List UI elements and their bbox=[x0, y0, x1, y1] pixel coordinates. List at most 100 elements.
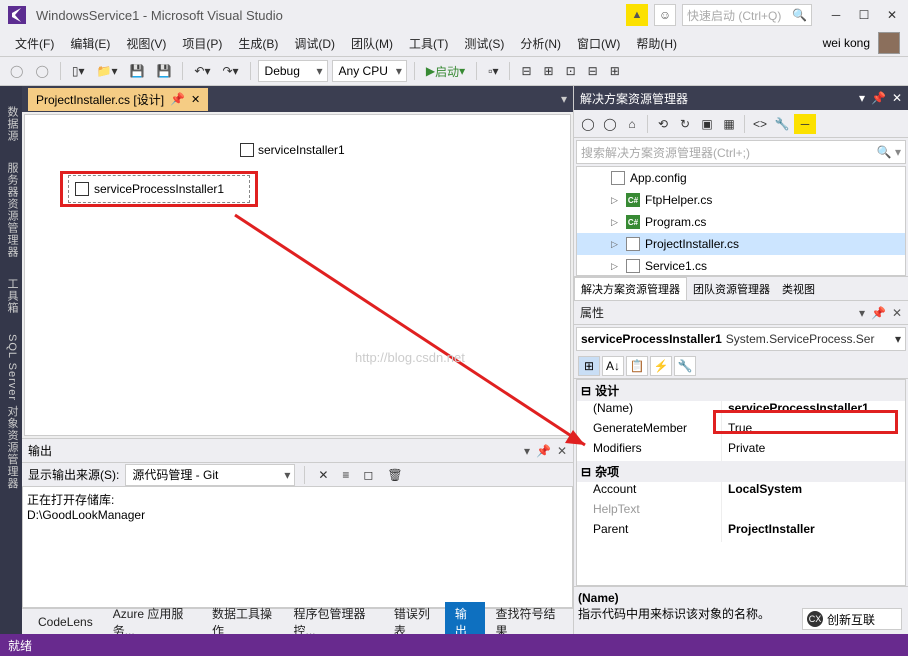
properties-toolbar: ⊞ A↓ 📋 ⚡ 🔧 bbox=[574, 353, 908, 379]
menu-project[interactable]: 项目(P) bbox=[175, 33, 229, 54]
maximize-icon[interactable]: ☐ bbox=[856, 7, 872, 23]
designer-tab-active[interactable]: ProjectInstaller.cs [设计] 📌 ✕ bbox=[28, 88, 208, 111]
dropdown-icon[interactable]: ▾ bbox=[859, 306, 865, 320]
close-icon[interactable]: ✕ bbox=[892, 306, 902, 320]
menubar: 文件(F) 编辑(E) 视图(V) 项目(P) 生成(B) 调试(D) 团队(M… bbox=[0, 30, 908, 56]
alphabetical-icon[interactable]: A↓ bbox=[602, 356, 624, 376]
prop-row-account[interactable]: AccountLocalSystem bbox=[577, 482, 905, 502]
output-body[interactable]: 正在打开存储库: D:\GoodLookManager bbox=[22, 486, 573, 608]
forward-icon[interactable]: ◯ bbox=[31, 60, 52, 82]
tree-item-program[interactable]: ▷C#Program.cs bbox=[577, 211, 905, 233]
save-icon[interactable]: 💾 bbox=[125, 60, 148, 82]
categorized-icon[interactable]: ⊞ bbox=[578, 356, 600, 376]
tree-item-service1[interactable]: ▷Service1.cs bbox=[577, 255, 905, 276]
menu-debug[interactable]: 调试(D) bbox=[287, 33, 342, 54]
dropdown-icon[interactable]: ▾ bbox=[859, 91, 865, 105]
dropdown-icon[interactable]: ▾ bbox=[524, 444, 530, 458]
notification-icon[interactable]: ▲ bbox=[626, 4, 648, 26]
forward-icon[interactable]: ◯ bbox=[600, 114, 620, 134]
wrap-icon[interactable]: ≡ bbox=[338, 464, 353, 486]
clear-icon[interactable]: ✕ bbox=[314, 464, 332, 486]
sidebar-tab-datasource[interactable]: 数据源 bbox=[0, 96, 22, 152]
align-icon-4[interactable]: ⊟ bbox=[584, 60, 602, 82]
pin-icon[interactable]: 📌 bbox=[871, 91, 886, 105]
user-name[interactable]: wei kong bbox=[823, 36, 870, 50]
refresh-icon[interactable]: ↻ bbox=[675, 114, 695, 134]
menu-tools[interactable]: 工具(T) bbox=[402, 33, 455, 54]
prop-row-parent[interactable]: ParentProjectInstaller bbox=[577, 522, 905, 542]
close-icon[interactable]: ✕ bbox=[557, 444, 567, 458]
properties-icon[interactable]: 📋 bbox=[626, 356, 648, 376]
menu-team[interactable]: 团队(M) bbox=[344, 33, 400, 54]
avatar-icon[interactable] bbox=[878, 32, 900, 54]
prop-row-modifiers[interactable]: ModifiersPrivate bbox=[577, 441, 905, 461]
redo-icon[interactable]: ↷▾ bbox=[218, 60, 242, 82]
undo-icon[interactable]: ↶▾ bbox=[190, 60, 214, 82]
align-icon-5[interactable]: ⊞ bbox=[606, 60, 624, 82]
tree-item-projectinstaller[interactable]: ▷ProjectInstaller.cs bbox=[577, 233, 905, 255]
clear-all-icon[interactable]: 🗑 bbox=[383, 464, 406, 486]
back-icon[interactable]: ◯ bbox=[6, 60, 27, 82]
align-icon-2[interactable]: ⊞ bbox=[540, 60, 558, 82]
property-pages-icon[interactable]: 🔧 bbox=[674, 356, 696, 376]
sidebar-tab-toolbox[interactable]: 工具箱 bbox=[0, 268, 22, 324]
home-icon[interactable]: ⌂ bbox=[622, 114, 642, 134]
prop-row-helptext[interactable]: HelpText bbox=[577, 502, 905, 522]
menu-build[interactable]: 生成(B) bbox=[231, 33, 285, 54]
close-tab-icon[interactable]: ✕ bbox=[191, 93, 200, 106]
pin-icon[interactable]: 📌 bbox=[871, 306, 886, 320]
align-icon-3[interactable]: ⊡ bbox=[562, 60, 580, 82]
config-dropdown[interactable]: Debug bbox=[258, 60, 328, 82]
solution-tabstrip: 解决方案资源管理器 团队资源管理器 类视图 bbox=[574, 276, 908, 300]
goto-icon[interactable]: ◻ bbox=[359, 464, 377, 486]
dropdown-icon[interactable]: ▾ bbox=[561, 92, 567, 106]
properties-icon[interactable]: 🔧 bbox=[772, 114, 792, 134]
designer-canvas[interactable]: serviceInstaller1 serviceProcessInstalle… bbox=[24, 114, 571, 436]
back-icon[interactable]: ◯ bbox=[578, 114, 598, 134]
tree-item-ftphelper[interactable]: ▷C#FtpHelper.cs bbox=[577, 189, 905, 211]
pin-icon[interactable]: 📌 bbox=[536, 444, 551, 458]
sync-icon[interactable]: ⟲ bbox=[653, 114, 673, 134]
output-source-dropdown[interactable]: 源代码管理 - Git bbox=[125, 464, 295, 486]
open-file-icon[interactable]: 📁▾ bbox=[93, 60, 122, 82]
code-icon[interactable]: <> bbox=[750, 114, 770, 134]
tab-class-view[interactable]: 类视图 bbox=[776, 278, 821, 300]
menu-analyze[interactable]: 分析(N) bbox=[513, 33, 568, 54]
new-file-icon[interactable]: ▯▾ bbox=[68, 60, 89, 82]
menu-help[interactable]: 帮助(H) bbox=[629, 33, 684, 54]
output-title: 输出 bbox=[28, 442, 52, 459]
category-misc[interactable]: ⊟杂项 bbox=[577, 461, 905, 482]
showall-icon[interactable]: ▦ bbox=[719, 114, 739, 134]
menu-test[interactable]: 测试(S) bbox=[457, 33, 511, 54]
solution-tree[interactable]: App.config ▷C#FtpHelper.cs ▷C#Program.cs… bbox=[576, 166, 906, 276]
pin-icon[interactable]: 📌 bbox=[170, 92, 185, 106]
menu-file[interactable]: 文件(F) bbox=[8, 33, 61, 54]
tree-item-appconfig[interactable]: App.config bbox=[577, 167, 905, 189]
events-icon[interactable]: ⚡ bbox=[650, 356, 672, 376]
tab-solution-explorer[interactable]: 解决方案资源管理器 bbox=[574, 277, 687, 300]
platform-dropdown[interactable]: Any CPU bbox=[332, 60, 407, 82]
sidebar-tab-server[interactable]: 服务器资源管理器 bbox=[0, 152, 22, 268]
menu-view[interactable]: 视图(V) bbox=[119, 33, 173, 54]
minimize-icon[interactable]: ─ bbox=[828, 7, 844, 23]
category-design[interactable]: ⊟设计 bbox=[577, 380, 905, 401]
feedback-icon[interactable]: ☺ bbox=[654, 4, 676, 26]
close-icon[interactable]: ✕ bbox=[892, 91, 902, 105]
align-icon[interactable]: ⊟ bbox=[517, 60, 535, 82]
menu-edit[interactable]: 编辑(E) bbox=[63, 33, 117, 54]
close-icon[interactable]: ✕ bbox=[884, 7, 900, 23]
solution-search-input[interactable]: 搜索解决方案资源管理器(Ctrl+;) 🔍 ▾ bbox=[576, 140, 906, 164]
wrench-icon[interactable]: ─ bbox=[794, 114, 816, 134]
other-icon[interactable]: ▫▾ bbox=[484, 60, 502, 82]
start-button[interactable]: ▶ 启动 ▾ bbox=[422, 60, 469, 82]
tab-codelens[interactable]: CodeLens bbox=[28, 612, 103, 632]
properties-header: 属性 ▾📌✕ bbox=[574, 301, 908, 325]
tab-team-explorer[interactable]: 团队资源管理器 bbox=[687, 278, 776, 300]
service-installer-1[interactable]: serviceInstaller1 bbox=[240, 143, 345, 157]
save-all-icon[interactable]: 💾 bbox=[152, 60, 175, 82]
collapse-icon[interactable]: ▣ bbox=[697, 114, 717, 134]
properties-target-dropdown[interactable]: serviceProcessInstaller1System.ServicePr… bbox=[576, 327, 906, 351]
menu-window[interactable]: 窗口(W) bbox=[570, 33, 627, 54]
sidebar-tab-sqlserver[interactable]: SQL Server 对象资源管理器 bbox=[0, 324, 22, 499]
quick-launch-input[interactable]: 快速启动 (Ctrl+Q)🔍 bbox=[682, 4, 812, 26]
